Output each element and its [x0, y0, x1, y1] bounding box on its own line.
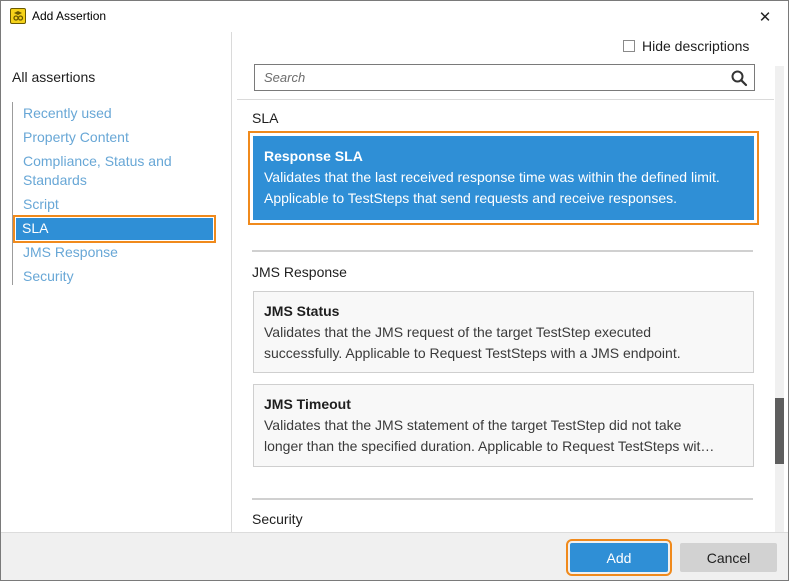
assertion-card-description-line: Validates that the JMS request of the ta…	[264, 324, 652, 340]
sidebar-item-recently-used[interactable]: Recently used	[13, 102, 217, 126]
scrollbar-thumb[interactable]	[775, 398, 784, 464]
section-divider	[252, 498, 753, 500]
assertion-card-title: Response SLA	[264, 148, 363, 164]
assertion-card-description-line: successfully. Applicable to Request Test…	[264, 345, 681, 361]
close-button[interactable]: ✕	[742, 1, 788, 32]
sidebar-item-property-content[interactable]: Property Content	[13, 126, 217, 150]
search-input[interactable]: Search	[254, 64, 755, 91]
hide-descriptions-checkbox[interactable]: Hide descriptions	[623, 38, 749, 54]
assertion-card-title: JMS Status	[264, 303, 340, 319]
cancel-button[interactable]: Cancel	[680, 543, 777, 572]
category-list: Recently used Property Content Complianc…	[12, 102, 217, 285]
close-icon: ✕	[758, 8, 772, 26]
add-button[interactable]: Add	[566, 539, 672, 576]
assertion-categories-sidebar: All assertions Recently used Property Co…	[1, 32, 231, 532]
hide-descriptions-label: Hide descriptions	[642, 38, 750, 54]
add-assertion-dialog: Add Assertion ✕ All assertions Recently …	[0, 0, 789, 581]
sidebar-heading[interactable]: All assertions	[12, 69, 95, 85]
assertion-card-jms-timeout[interactable]: JMS Timeout Validates that the JMS state…	[253, 384, 754, 467]
dialog-footer: Add Cancel	[1, 532, 788, 580]
sidebar-item-sla[interactable]: SLA	[13, 215, 216, 243]
sidebar-item-security[interactable]: Security	[13, 265, 217, 289]
assertion-card-jms-status[interactable]: JMS Status Validates that the JMS reques…	[253, 291, 754, 373]
app-icon	[10, 8, 26, 24]
assertion-card-title: JMS Timeout	[264, 396, 351, 412]
checkbox-icon[interactable]	[623, 40, 635, 52]
search-placeholder: Search	[264, 70, 306, 85]
search-icon[interactable]	[730, 69, 748, 87]
section-title-security: Security	[252, 511, 303, 527]
title-bar: Add Assertion ✕	[1, 1, 788, 32]
section-title-sla: SLA	[252, 110, 279, 126]
assertion-card-response-sla[interactable]: Response SLA Validates that the last rec…	[248, 131, 759, 225]
assertion-card-description-line: Validates that the JMS statement of the …	[264, 417, 682, 433]
sidebar-item-jms-response[interactable]: JMS Response	[13, 241, 217, 265]
window-title: Add Assertion	[32, 9, 107, 23]
assertion-list: SLA Response SLA Validates that the last…	[237, 99, 774, 532]
sidebar-item-script[interactable]: Script	[13, 193, 217, 217]
vertical-scrollbar[interactable]	[775, 66, 784, 532]
assertion-card-description-line: longer than the specified duration. Appl…	[264, 438, 715, 454]
assertion-card-description: Validates that the last received respons…	[264, 169, 720, 206]
sidebar-item-compliance-status-standards[interactable]: Compliance, Status and Standards	[13, 150, 217, 193]
assertion-list-panel: Hide descriptions Search SLA Response SL…	[231, 32, 788, 532]
section-title-jms-response: JMS Response	[252, 264, 347, 280]
section-divider	[252, 250, 753, 252]
